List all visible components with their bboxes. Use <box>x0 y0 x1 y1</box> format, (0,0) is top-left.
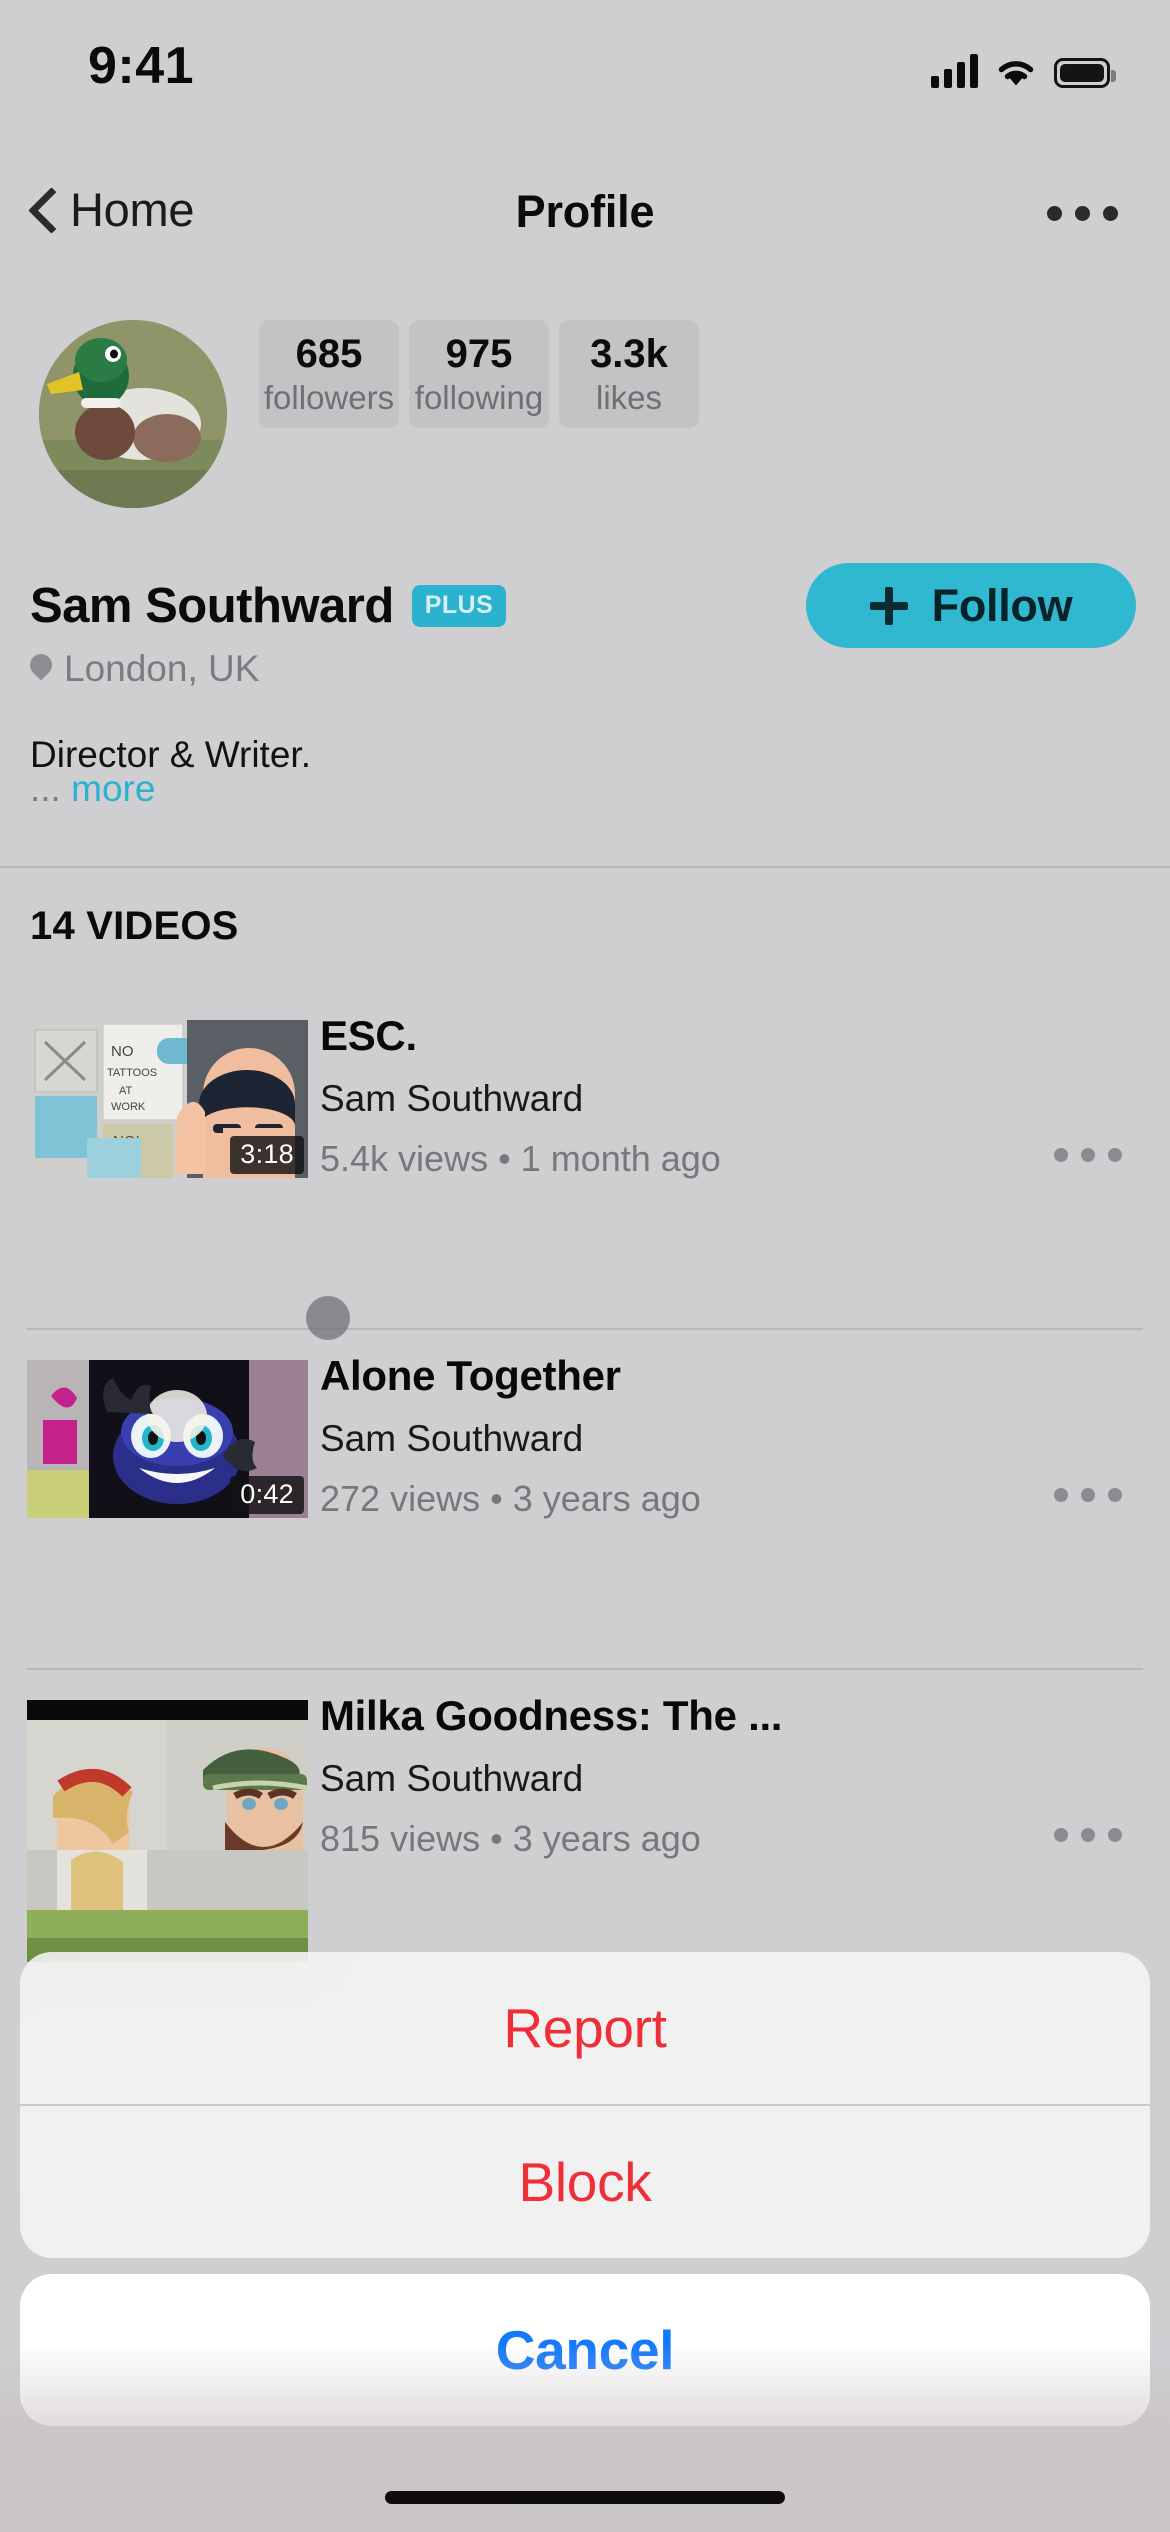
status-bar: 9:41 <box>0 0 1170 140</box>
profile-name: Sam Southward <box>30 579 394 633</box>
stat-followers-label: followers <box>263 378 395 416</box>
cancel-button[interactable]: Cancel <box>20 2274 1150 2426</box>
report-button[interactable]: Report <box>20 1952 1150 2104</box>
profile-location: London, UK <box>64 648 260 689</box>
profile-location-row: London, UK <box>30 648 259 690</box>
video-thumbnail[interactable]: NO TATTOOS AT WORK NO! 3:18 <box>27 1020 308 1178</box>
video-meta: 815 views • 3 years ago <box>320 1818 701 1859</box>
block-button[interactable]: Block <box>20 2106 1150 2258</box>
action-sheet-options: Report Block <box>20 1952 1150 2258</box>
page-title: Profile <box>515 186 655 237</box>
svg-text:WORK: WORK <box>111 1101 146 1113</box>
stat-following[interactable]: 975 following <box>409 320 549 428</box>
video-title: Milka Goodness: The ... <box>320 1692 783 1739</box>
ellipsis-icon[interactable] <box>1047 206 1118 221</box>
video-author: Sam Southward <box>320 1758 584 1799</box>
list-item[interactable]: NO TATTOOS AT WORK NO! 3:18 ESC. Sam Sou… <box>0 990 1170 1330</box>
status-bar-indicators <box>931 46 1116 88</box>
video-title: ESC. <box>320 1012 417 1059</box>
svg-text:AT: AT <box>119 1085 133 1097</box>
video-duration: 0:42 <box>230 1476 304 1514</box>
video-author: Sam Southward <box>320 1418 584 1459</box>
touch-indicator <box>306 1296 350 1340</box>
stat-likes[interactable]: 3.3k likes <box>559 320 699 428</box>
svg-text:TATTOOS: TATTOOS <box>107 1067 157 1079</box>
action-sheet: Report Block Cancel <box>20 1952 1150 2426</box>
status-bar-time: 9:41 <box>88 37 195 95</box>
bio-more-link[interactable]: more <box>71 768 155 809</box>
stat-likes-label: likes <box>595 378 663 416</box>
stat-following-value: 975 <box>445 331 513 376</box>
video-meta: 272 views • 3 years ago <box>320 1478 701 1519</box>
follow-button[interactable]: Follow <box>806 563 1136 648</box>
videos-section-header: 14 VIDEOS <box>30 904 239 948</box>
stat-followers-value: 685 <box>295 331 363 376</box>
video-author: Sam Southward <box>320 1078 584 1119</box>
location-pin-icon <box>30 654 52 684</box>
home-indicator[interactable] <box>385 2491 785 2504</box>
profile-name-row: Sam Southward PLUS <box>30 578 507 634</box>
bio-truncation: ... <box>30 768 61 809</box>
battery-full-icon <box>1054 58 1116 88</box>
profile-bio-more-row: ... more <box>30 768 155 810</box>
follow-button-label: Follow <box>931 579 1073 631</box>
stat-likes-value: 3.3k <box>590 331 668 376</box>
section-divider <box>0 866 1170 868</box>
wifi-icon <box>995 54 1037 88</box>
plus-icon <box>869 586 908 625</box>
stat-followers[interactable]: 685 followers <box>259 320 399 428</box>
ellipsis-icon[interactable] <box>1054 1488 1122 1502</box>
video-meta: 5.4k views • 1 month ago <box>320 1138 721 1179</box>
list-item[interactable]: 0:42 Alone Together Sam Southward 272 vi… <box>0 1330 1170 1670</box>
signal-bars-icon <box>931 52 978 88</box>
ellipsis-icon[interactable] <box>1054 1148 1122 1162</box>
ellipsis-icon[interactable] <box>1054 1828 1122 1842</box>
status-badge: PLUS <box>411 585 507 627</box>
video-thumbnail[interactable]: 0:42 <box>27 1360 308 1518</box>
svg-text:NO: NO <box>111 1043 134 1060</box>
video-duration: 3:18 <box>230 1136 304 1174</box>
stat-following-label: following <box>414 378 544 416</box>
navigation-bar: Home Profile <box>0 160 1170 270</box>
avatar[interactable] <box>39 320 227 508</box>
video-title: Alone Together <box>320 1352 621 1399</box>
profile-stats: 685 followers 975 following 3.3k likes <box>259 320 699 428</box>
